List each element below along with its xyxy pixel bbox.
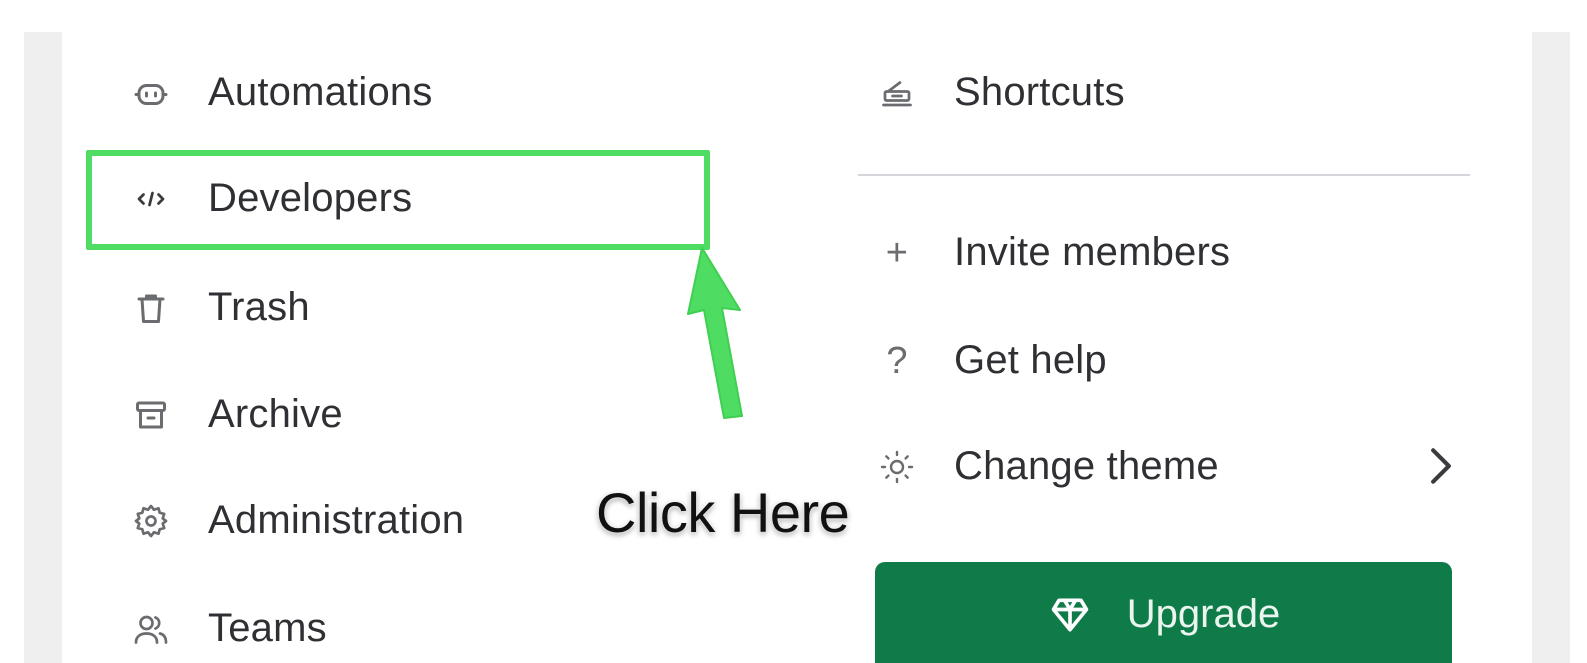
archive-icon xyxy=(130,394,172,436)
menu-item-label: Invite members xyxy=(954,230,1231,274)
right-gutter xyxy=(1532,32,1570,663)
menu-item-label: Trash xyxy=(208,285,310,329)
sun-icon xyxy=(876,446,918,488)
diamond-icon xyxy=(1047,592,1093,638)
menu-item-label: Automations xyxy=(208,70,433,114)
highlight-box xyxy=(86,150,710,250)
menu-item-label: Get help xyxy=(954,338,1107,382)
menu-item-get-help[interactable]: ? Get help xyxy=(876,338,1107,383)
menu-item-automations[interactable]: Automations xyxy=(130,70,433,115)
menu-divider xyxy=(858,174,1470,176)
users-icon xyxy=(130,608,172,650)
menu-item-label: Administration xyxy=(208,498,465,542)
robot-icon xyxy=(130,72,172,114)
menu-item-label: Change theme xyxy=(954,444,1219,488)
trash-icon xyxy=(130,287,172,329)
plus-icon: + xyxy=(885,231,909,274)
menu-item-administration[interactable]: Administration xyxy=(130,498,464,543)
menu-screenshot: Automations Developers Trash Archive Adm… xyxy=(0,0,1587,663)
upgrade-label: Upgrade xyxy=(1126,592,1281,636)
menu-item-label: Shortcuts xyxy=(954,70,1125,114)
menu-item-label: Archive xyxy=(208,392,343,436)
help-icon: ? xyxy=(886,339,908,382)
keyboard-icon xyxy=(876,72,918,114)
arrow-icon xyxy=(687,247,743,419)
menu-item-archive[interactable]: Archive xyxy=(130,392,343,437)
menu-item-invite-members[interactable]: + Invite members xyxy=(876,230,1230,275)
gear-icon xyxy=(130,500,172,542)
menu-item-change-theme[interactable]: Change theme xyxy=(876,444,1219,489)
menu-item-label: Teams xyxy=(208,606,327,650)
left-gutter xyxy=(24,32,62,663)
menu-item-trash[interactable]: Trash xyxy=(130,285,310,330)
upgrade-button[interactable]: Upgrade xyxy=(875,562,1452,663)
click-here-callout: Click Here xyxy=(596,481,850,544)
menu-item-teams[interactable]: Teams xyxy=(130,606,327,651)
chevron-right-icon[interactable] xyxy=(1424,444,1458,488)
menu-item-shortcuts[interactable]: Shortcuts xyxy=(876,70,1125,115)
